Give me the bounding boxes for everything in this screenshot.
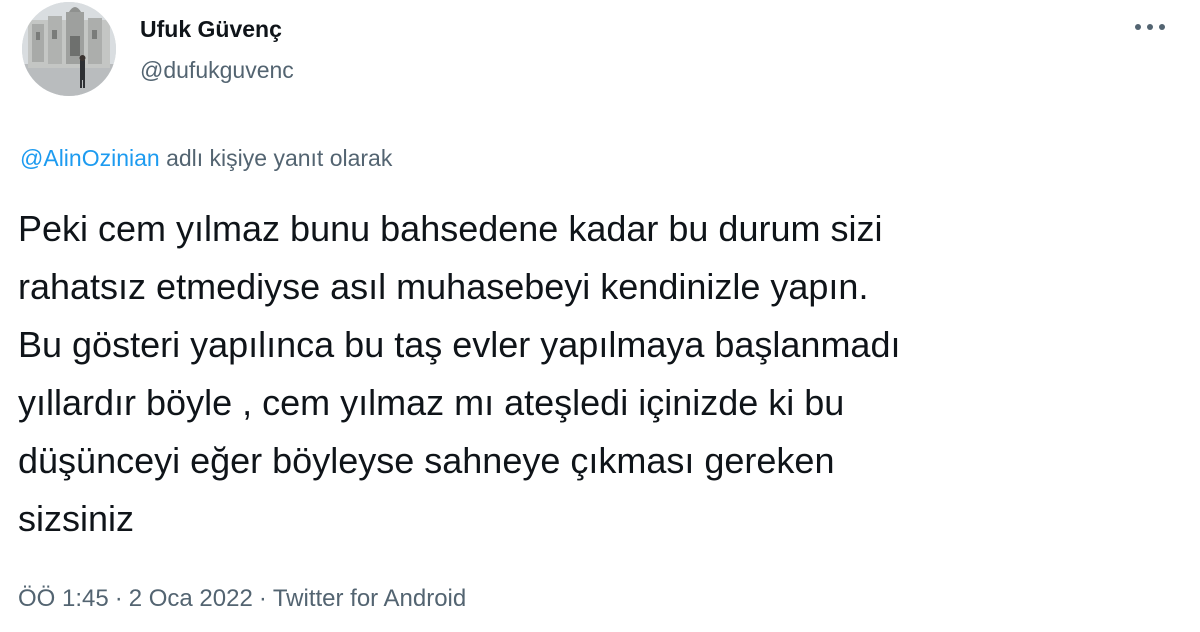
tweet-date[interactable]: 2 Oca 2022 — [129, 585, 253, 612]
reply-context: @AlinOzinian adlı kişiye yanıt olarak — [20, 145, 392, 172]
user-handle[interactable]: @dufukguvenc — [140, 57, 294, 84]
tweet-card: Ufuk Güvenç @dufukguvenc @AlinOzinian ad… — [0, 0, 1200, 632]
reply-context-label: adlı kişiye yanıt olarak — [166, 145, 393, 171]
tweet-text: Peki cem yılmaz bunu bahsedene kadar bu … — [18, 208, 901, 539]
meta-separator: · — [114, 585, 123, 612]
reply-mention-link[interactable]: @AlinOzinian — [20, 145, 160, 171]
tweet-metadata: ÖÖ 1:45 · 2 Oca 2022 · Twitter for Android — [18, 585, 466, 613]
more-horizontal-icon — [1135, 24, 1165, 30]
meta-separator: · — [258, 585, 267, 612]
tweet-source[interactable]: Twitter for Android — [273, 585, 466, 612]
more-options-button[interactable] — [1128, 12, 1172, 42]
tweet-time[interactable]: ÖÖ 1:45 — [18, 585, 109, 612]
avatar-photo — [22, 2, 116, 96]
display-name[interactable]: Ufuk Güvenç — [140, 16, 282, 43]
avatar[interactable] — [22, 2, 116, 96]
